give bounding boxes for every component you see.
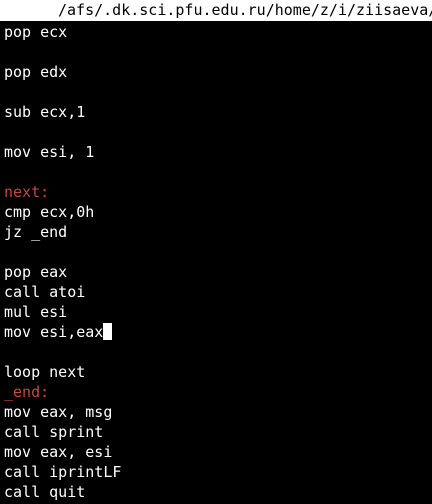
- code-editor[interactable]: pop ecx pop edx sub ecx,1 mov esi, 1 nex…: [0, 22, 432, 504]
- code-line[interactable]: call sprint: [0, 422, 432, 442]
- code-line[interactable]: [0, 82, 432, 102]
- code-label-next[interactable]: next:: [0, 182, 432, 202]
- code-line[interactable]: mov eax, esi: [0, 442, 432, 462]
- code-line[interactable]: call quit: [0, 482, 432, 502]
- code-line[interactable]: cmp ecx,0h: [0, 202, 432, 222]
- code-line[interactable]: [0, 242, 432, 262]
- code-line[interactable]: jz _end: [0, 222, 432, 242]
- code-line[interactable]: [0, 122, 432, 142]
- code-line[interactable]: mov eax, msg: [0, 402, 432, 422]
- code-line[interactable]: call iprintLF: [0, 462, 432, 482]
- code-line[interactable]: pop edx: [0, 62, 432, 82]
- code-line[interactable]: mov esi, 1: [0, 142, 432, 162]
- code-line[interactable]: [0, 162, 432, 182]
- code-line[interactable]: sub ecx,1: [0, 102, 432, 122]
- code-line[interactable]: [0, 42, 432, 62]
- code-line[interactable]: pop ecx: [0, 22, 432, 42]
- code-line-text[interactable]: mov esi,eax: [4, 323, 103, 341]
- code-line-current[interactable]: mov esi,eax: [0, 322, 432, 342]
- code-line[interactable]: mul esi: [0, 302, 432, 322]
- code-label-end[interactable]: _end:: [0, 382, 432, 402]
- code-line[interactable]: loop next: [0, 362, 432, 382]
- code-line[interactable]: pop eax: [0, 262, 432, 282]
- code-line[interactable]: [0, 342, 432, 362]
- code-line[interactable]: call atoi: [0, 282, 432, 302]
- text-cursor: [103, 323, 113, 340]
- terminal-title-path: /afs/.dk.sci.pfu.edu.ru/home/z/i/ziisaev…: [0, 0, 432, 21]
